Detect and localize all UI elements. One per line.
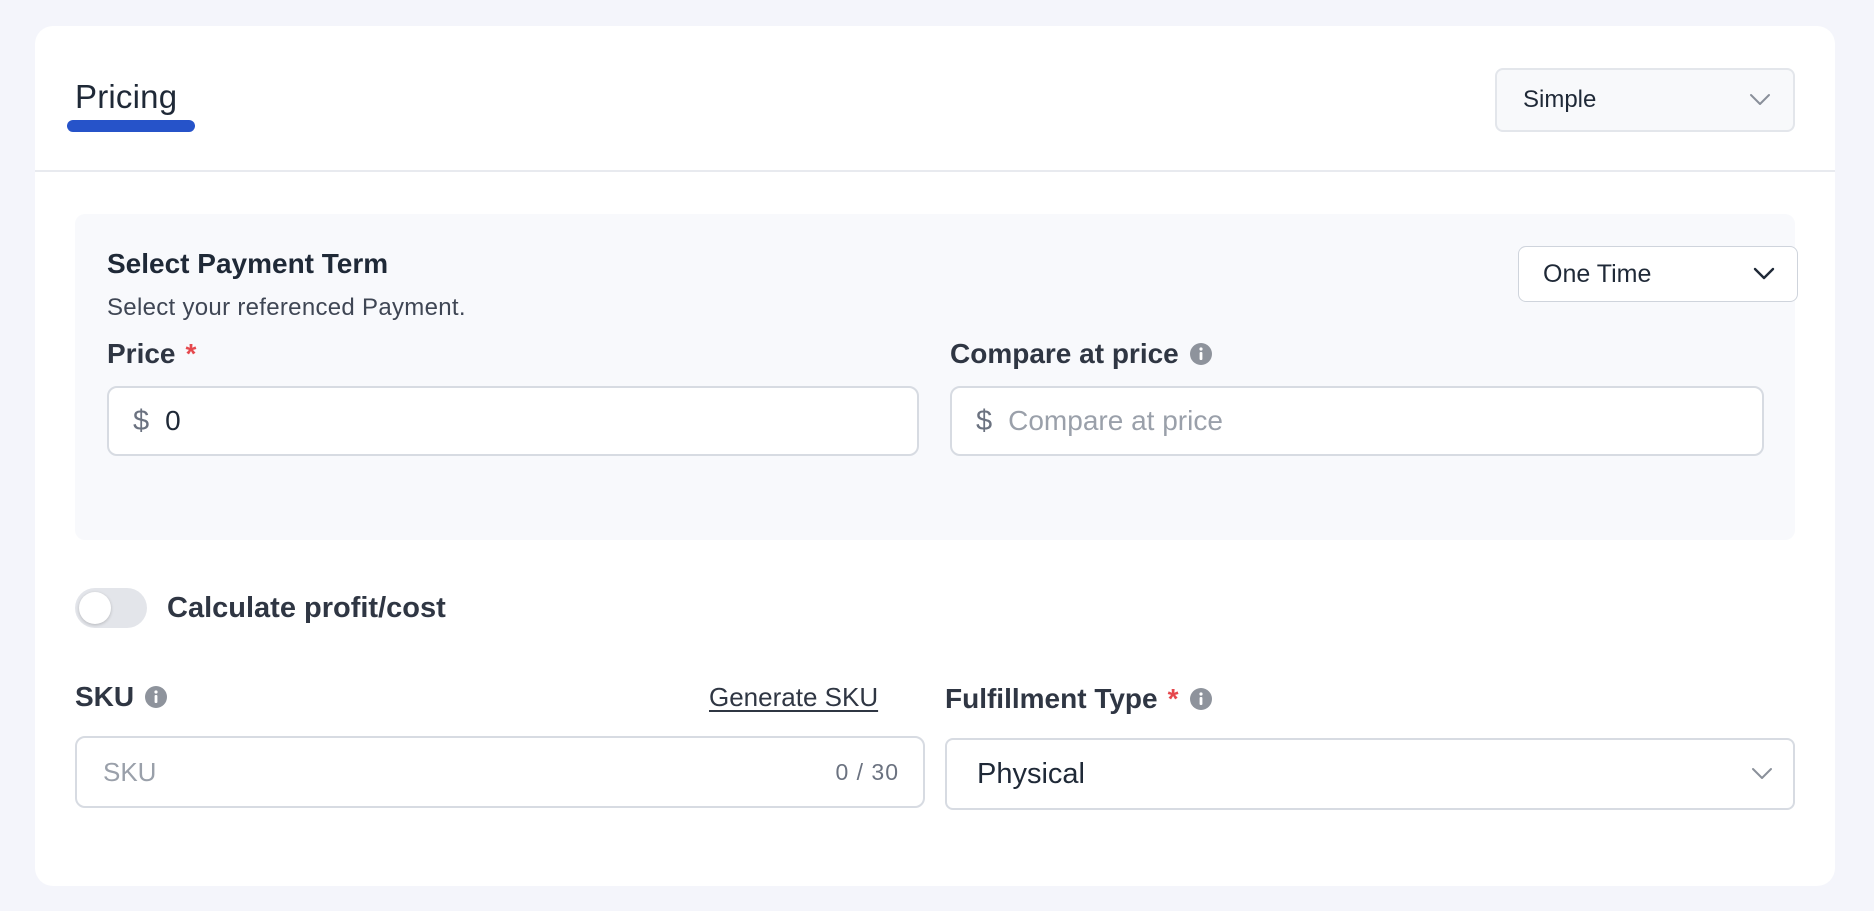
chevron-down-icon bbox=[1749, 93, 1771, 107]
sku-input-wrapper: 0 / 30 bbox=[75, 736, 925, 808]
sku-label-text: SKU bbox=[75, 681, 135, 712]
price-label-text: Price bbox=[107, 338, 176, 369]
payment-term-subtitle: Select your referenced Payment. bbox=[107, 294, 466, 321]
product-type-value: Simple bbox=[1523, 86, 1597, 113]
required-mark: * bbox=[185, 338, 197, 369]
fulfillment-label-text: Fulfillment Type bbox=[945, 683, 1158, 714]
price-input-wrapper: $ bbox=[107, 386, 919, 456]
sku-input[interactable] bbox=[103, 756, 836, 788]
currency-prefix: $ bbox=[976, 404, 993, 437]
price-label: Price * bbox=[107, 338, 196, 370]
card-header: Pricing Simple bbox=[35, 26, 1835, 172]
chevron-down-icon bbox=[1751, 767, 1773, 781]
calculate-profit-toggle[interactable] bbox=[75, 588, 147, 628]
calculate-profit-label: Calculate profit/cost bbox=[167, 591, 446, 624]
info-icon[interactable] bbox=[144, 685, 168, 709]
payment-term-value: One Time bbox=[1543, 259, 1652, 288]
compare-price-input[interactable] bbox=[1008, 405, 1762, 437]
payment-term-title: Select Payment Term bbox=[107, 248, 389, 279]
currency-prefix: $ bbox=[133, 404, 150, 437]
active-tab-indicator bbox=[67, 120, 195, 132]
fulfillment-type-select[interactable]: Physical bbox=[945, 738, 1795, 810]
generate-sku-link[interactable]: Generate SKU bbox=[709, 682, 878, 713]
page-title: Pricing bbox=[75, 78, 178, 115]
compare-price-label-text: Compare at price bbox=[950, 338, 1179, 369]
chevron-down-icon bbox=[1753, 267, 1775, 281]
pricing-card: Pricing Simple Select Payment Term Selec… bbox=[35, 26, 1835, 886]
product-type-select[interactable]: Simple bbox=[1495, 68, 1795, 132]
sku-char-counter: 0 / 30 bbox=[835, 758, 899, 785]
payment-term-select[interactable]: One Time bbox=[1518, 246, 1798, 302]
compare-price-label: Compare at price bbox=[950, 338, 1213, 370]
info-icon[interactable] bbox=[1189, 687, 1213, 711]
profit-toggle-row: Calculate profit/cost bbox=[75, 588, 446, 628]
required-mark: * bbox=[1167, 683, 1179, 714]
sku-label: SKU bbox=[75, 681, 168, 713]
info-icon[interactable] bbox=[1189, 342, 1213, 366]
compare-price-input-wrapper: $ bbox=[950, 386, 1764, 456]
price-input[interactable] bbox=[165, 405, 917, 437]
fulfillment-type-label: Fulfillment Type * bbox=[945, 683, 1213, 715]
payment-term-section: Select Payment Term Select your referenc… bbox=[75, 214, 1798, 540]
fulfillment-type-value: Physical bbox=[977, 757, 1085, 790]
toggle-knob bbox=[79, 592, 111, 624]
